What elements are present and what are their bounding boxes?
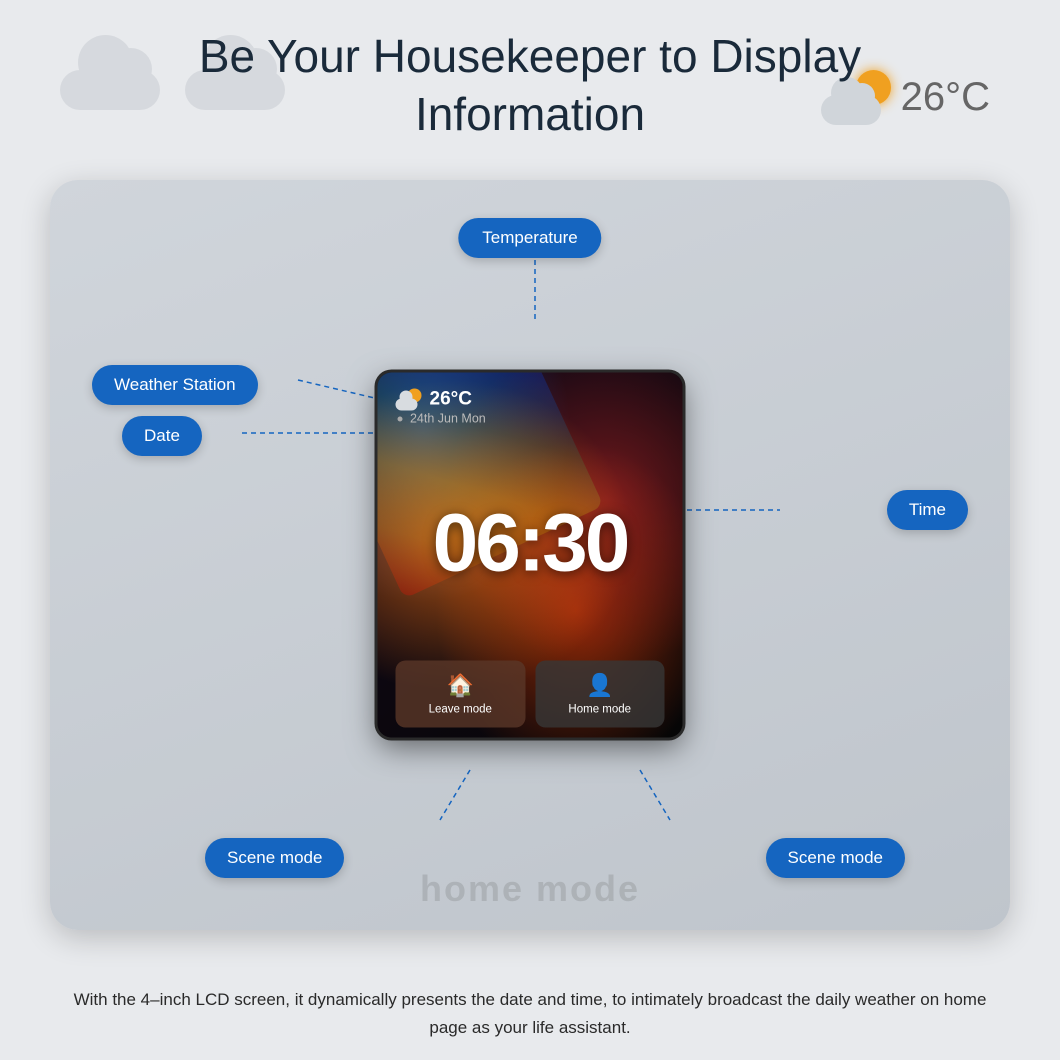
leave-mode-icon: 🏠 [447, 673, 474, 699]
footer-text: With the 4–inch LCD screen, it dynamical… [55, 986, 1005, 1042]
home-mode-button[interactable]: 👤 Home mode [535, 661, 665, 728]
home-mode-icon: 👤 [586, 673, 613, 699]
title-line1: Be Your Housekeeper to Display [0, 28, 1060, 86]
weather-row: 26°C [396, 389, 665, 411]
leave-mode-button[interactable]: 🏠 Leave mode [396, 661, 526, 728]
date-row: 24th Jun Mon [396, 412, 665, 426]
main-card: 26°C 24th Jun Mon 06:30 🏠 Leave mode 👤 H… [50, 180, 1010, 930]
weather-station-label: Weather Station [92, 365, 258, 405]
screen-temp: 26°C [430, 389, 472, 411]
home-mode-label: Home mode [568, 704, 631, 716]
temperature-label: Temperature [458, 218, 601, 258]
leave-mode-label: Leave mode [429, 704, 492, 716]
screen-content: 26°C 24th Jun Mon 06:30 🏠 Leave mode 👤 H… [378, 373, 683, 738]
title-line2: Information [0, 86, 1060, 144]
scene-mode-right-label: Scene mode [766, 838, 905, 878]
screen-date: 24th Jun Mon [410, 412, 486, 426]
scene-buttons-row: 🏠 Leave mode 👤 Home mode [396, 661, 665, 728]
time-display: 06:30 [396, 430, 665, 657]
device-screen: 26°C 24th Jun Mon 06:30 🏠 Leave mode 👤 H… [378, 373, 683, 738]
weather-icon [396, 389, 422, 411]
watermark: home mode [420, 868, 640, 910]
page-title: Be Your Housekeeper to Display Informati… [0, 0, 1060, 143]
time-label: Time [887, 490, 968, 530]
scene-mode-left-label: Scene mode [205, 838, 344, 878]
date-label: Date [122, 416, 202, 456]
